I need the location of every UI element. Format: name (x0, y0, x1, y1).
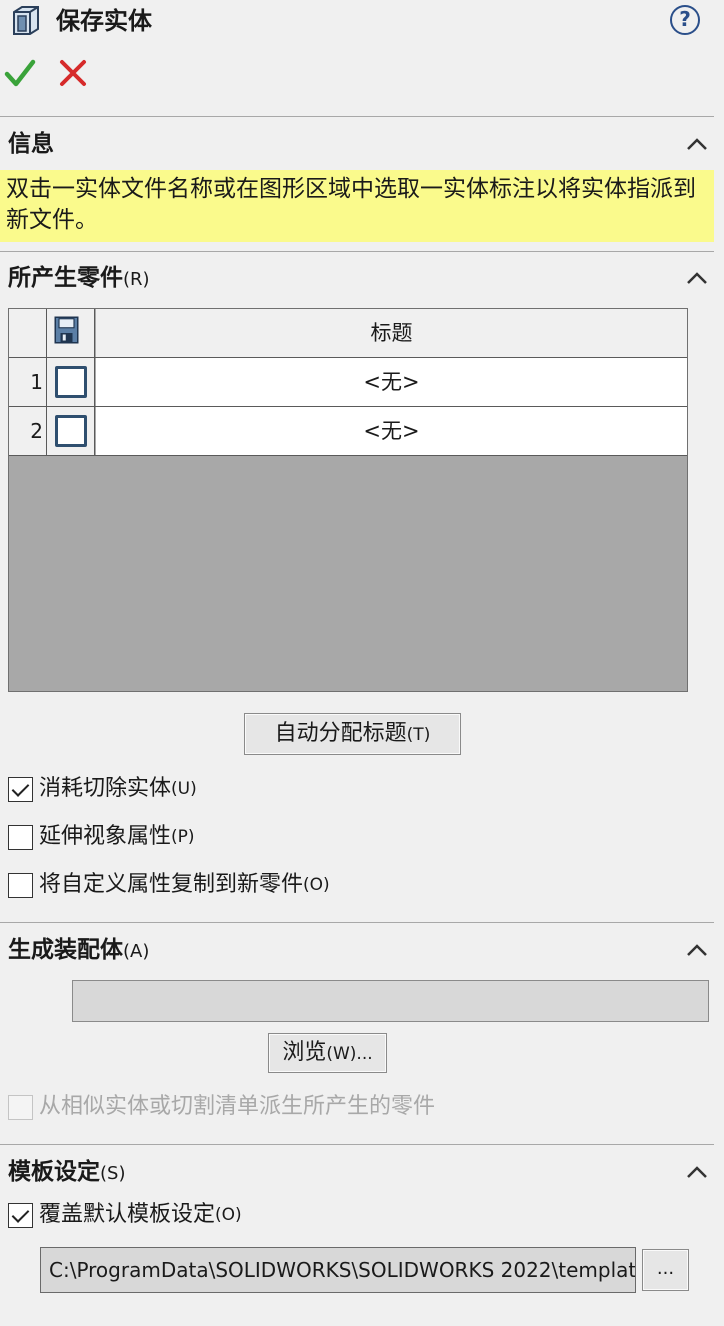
browse-button[interactable]: 浏览(W)... (268, 1033, 387, 1073)
separator (0, 251, 714, 252)
section-title-text: 所产生零件 (8, 265, 123, 291)
accelerator: (S) (100, 1163, 126, 1184)
auto-assign-name-button[interactable]: 自动分配标题(T) (244, 713, 461, 755)
part-bodies-icon (13, 6, 39, 35)
derive-parts-checkbox[interactable] (8, 1094, 33, 1120)
chevron-up-icon[interactable] (682, 134, 712, 154)
row-save-checkbox[interactable] (47, 407, 95, 455)
info-section-title[interactable]: 信息 (8, 128, 54, 160)
chevron-up-icon[interactable] (682, 940, 712, 960)
accelerator: (A) (123, 941, 150, 962)
save-icon (54, 316, 79, 344)
row-save-checkbox[interactable] (47, 358, 95, 406)
propagate-visual-properties-option[interactable]: 延伸视象属性 (P) (8, 822, 195, 852)
button-label: 浏览 (282, 1040, 327, 1065)
section-title-text: 模板设定 (8, 1159, 100, 1185)
row-number-header (9, 309, 47, 357)
column-header-title[interactable]: 标题 (96, 309, 687, 357)
consume-cut-bodies-option[interactable]: 消耗切除实体 (U) (8, 774, 197, 804)
template-settings-section-title[interactable]: 模板设定(S) (8, 1156, 125, 1190)
option-label: 将自定义属性复制到新零件 (39, 872, 304, 897)
accelerator: (O) (303, 875, 330, 895)
accelerator: (P) (171, 827, 195, 847)
checkbox[interactable] (55, 366, 87, 398)
option-label: 从相似实体或切割清单派生所产生的零件 (39, 1094, 436, 1119)
row-title-cell[interactable]: <无> (96, 407, 687, 455)
info-message: 双击一实体文件名称或在图形区域中选取一实体标注以将实体指派到新文件。 (0, 170, 714, 242)
panel-title: 保存实体 (56, 7, 152, 35)
row-number: 1 (9, 358, 47, 406)
copy-custom-properties-option[interactable]: 将自定义属性复制到新零件 (O) (8, 870, 330, 900)
accelerator: (U) (171, 779, 197, 799)
override-template-option[interactable]: 覆盖默认模板设定 (O) (8, 1200, 242, 1230)
consume-cut-bodies-checkbox[interactable] (8, 776, 33, 802)
button-label: 自动分配标题 (274, 721, 407, 746)
option-label: 覆盖默认模板设定 (39, 1202, 216, 1227)
table-row[interactable]: 1 <无> (9, 358, 687, 407)
option-label: 延伸视象属性 (39, 824, 172, 849)
accelerator: (O) (215, 1205, 242, 1225)
close-icon[interactable] (58, 58, 88, 88)
accelerator: (W)... (326, 1044, 373, 1064)
accelerator: (R) (123, 269, 150, 290)
override-template-checkbox[interactable] (8, 1202, 33, 1228)
derive-parts-option[interactable]: 从相似实体或切割清单派生所产生的零件 (8, 1092, 435, 1122)
table-row[interactable]: 2 <无> (9, 407, 687, 456)
help-icon[interactable]: ? (670, 5, 700, 35)
copy-custom-properties-checkbox[interactable] (8, 872, 33, 898)
separator (0, 116, 714, 117)
option-label: 消耗切除实体 (39, 776, 172, 801)
resulting-parts-section-title[interactable]: 所产生零件(R) (8, 262, 150, 296)
template-path-field[interactable]: C:\ProgramData\SOLIDWORKS\SOLIDWORKS 202… (40, 1247, 636, 1293)
row-title-cell[interactable]: <无> (96, 358, 687, 406)
accelerator: (T) (406, 725, 431, 745)
checkbox[interactable] (55, 415, 87, 447)
assembly-path-field[interactable] (72, 980, 709, 1022)
checkmark-icon[interactable] (4, 56, 36, 90)
section-title-text: 生成装配体 (8, 937, 123, 963)
chevron-up-icon[interactable] (682, 268, 712, 288)
create-assembly-section-title[interactable]: 生成装配体(A) (8, 934, 149, 968)
propagate-visual-properties-checkbox[interactable] (8, 824, 33, 850)
separator (0, 922, 714, 923)
row-number: 2 (9, 407, 47, 455)
table-header-row: 标题 (9, 309, 687, 358)
save-column-header[interactable] (47, 309, 95, 357)
separator (0, 1144, 714, 1145)
template-browse-button[interactable]: ... (642, 1249, 689, 1291)
resulting-parts-table[interactable]: 标题 1 <无> 2 <无> (8, 308, 688, 692)
chevron-up-icon[interactable] (682, 1162, 712, 1182)
